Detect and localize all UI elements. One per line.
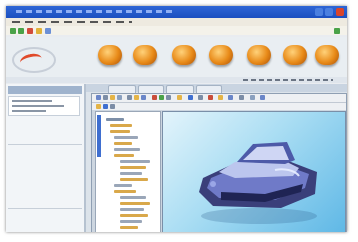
mark-icon[interactable] [208, 95, 213, 100]
rotate-icon[interactable] [96, 95, 101, 100]
sidebar-header [8, 86, 82, 94]
sidebar-tree[interactable] [8, 96, 80, 116]
cad-toolbar [92, 94, 346, 103]
printer-3d-model[interactable] [163, 112, 345, 232]
forward-icon[interactable] [18, 28, 24, 34]
title-bar [6, 6, 347, 18]
search-icon[interactable] [45, 28, 51, 34]
sidebar-divider [8, 208, 82, 209]
tab-3[interactable] [166, 85, 194, 93]
home-icon[interactable] [36, 28, 42, 34]
tab-1[interactable] [108, 85, 136, 93]
nav-button-6[interactable] [283, 45, 307, 65]
browser-toolbar [6, 26, 347, 56]
settings-icon[interactable] [250, 95, 255, 100]
note-icon[interactable] [218, 95, 223, 100]
help-icon[interactable] [260, 95, 265, 100]
main-workspace [86, 84, 347, 232]
fit-icon[interactable] [117, 95, 122, 100]
select-icon[interactable] [177, 95, 182, 100]
nav-button-4[interactable] [209, 45, 233, 65]
tree-highlight [97, 115, 101, 157]
view-icon[interactable] [127, 95, 132, 100]
open-icon[interactable] [96, 104, 101, 109]
cad-window [91, 93, 347, 232]
workspace-tabs [86, 84, 347, 93]
tool-icon[interactable] [228, 95, 233, 100]
zoom-icon[interactable] [103, 95, 108, 100]
back-icon[interactable] [10, 28, 16, 34]
3d-viewport[interactable] [162, 111, 346, 232]
highlight-icon[interactable] [188, 95, 193, 100]
shade-icon[interactable] [134, 95, 139, 100]
close-button[interactable] [336, 8, 344, 16]
nav-button-7[interactable] [315, 45, 339, 65]
swirl-logo-icon [12, 47, 56, 73]
nav-button-3[interactable] [172, 45, 196, 65]
go-icon[interactable] [334, 28, 340, 34]
tab-4[interactable] [196, 85, 222, 93]
save-icon[interactable] [103, 104, 108, 109]
sidebar-divider [8, 144, 82, 145]
explode-icon[interactable] [166, 95, 171, 100]
nav-button-5[interactable] [247, 45, 271, 65]
tree-toggle-icon[interactable] [110, 104, 115, 109]
window-title [16, 10, 176, 13]
assembly-tree[interactable] [95, 111, 161, 232]
pan-icon[interactable] [110, 95, 115, 100]
left-sidebar [6, 84, 86, 232]
stop-icon[interactable] [27, 28, 33, 34]
layer-icon[interactable] [198, 95, 203, 100]
tab-2[interactable] [138, 85, 164, 93]
nav-button-2[interactable] [133, 45, 157, 65]
print-icon[interactable] [239, 95, 244, 100]
section-icon[interactable] [152, 95, 157, 100]
measure-icon[interactable] [159, 95, 164, 100]
render-icon[interactable] [141, 95, 146, 100]
cad-subtoolbar [92, 103, 346, 110]
minimize-button[interactable] [315, 8, 323, 16]
status-links[interactable] [243, 79, 333, 81]
portal-status-strip [6, 77, 347, 83]
portal-header [6, 37, 347, 78]
menu-items[interactable] [12, 21, 132, 23]
nav-button-1[interactable] [98, 45, 122, 65]
maximize-button[interactable] [325, 8, 333, 16]
application-window [6, 6, 347, 232]
